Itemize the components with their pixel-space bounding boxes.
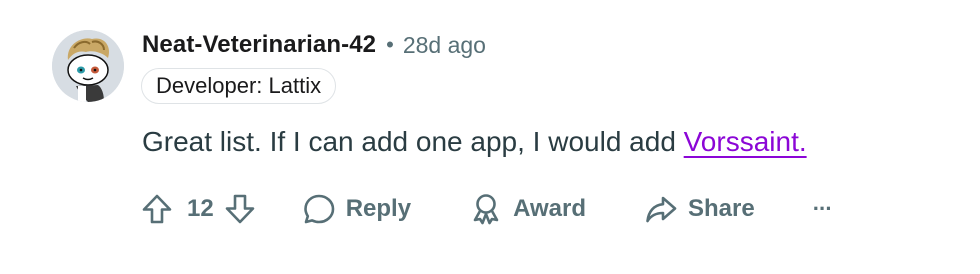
upvote-arrow-icon [142, 194, 172, 224]
comment-body: Great list. If I can add one app, I woul… [142, 122, 807, 162]
speech-bubble-icon [303, 194, 335, 224]
award-label: Award [513, 195, 586, 222]
share-button[interactable]: Share [644, 192, 755, 226]
award-ribbon-icon [473, 194, 499, 225]
vote-count: 12 [187, 195, 214, 222]
user-flair: Developer: Lattix [141, 68, 337, 104]
downvote-arrow-icon [225, 194, 255, 224]
separator-dot: • [386, 32, 394, 57]
downvote-button[interactable] [223, 192, 257, 226]
comment-body-text: Great list. If I can add one app, I woul… [142, 126, 684, 157]
reply-label: Reply [345, 195, 412, 222]
award-button[interactable]: Award [469, 192, 586, 226]
more-options-button[interactable]: ··· [812, 196, 833, 222]
timestamp[interactable]: 28d ago [403, 32, 486, 59]
comment: Neat-Veterinarian-42 • 28d ago Developer… [0, 0, 980, 274]
ellipsis-icon: ··· [812, 196, 833, 221]
avatar[interactable] [52, 30, 124, 102]
share-label: Share [687, 195, 755, 222]
username[interactable]: Neat-Veterinarian-42 [142, 31, 376, 59]
reply-button[interactable]: Reply [302, 192, 411, 226]
comment-actions: 12 Reply Award Share ··· [140, 188, 833, 230]
share-arrow-icon [646, 196, 677, 223]
snoo-avatar-image [52, 30, 124, 102]
upvote-button[interactable] [140, 192, 174, 226]
comment-link[interactable]: Vorssaint. [684, 126, 807, 157]
comment-header: Neat-Veterinarian-42 • 28d ago [142, 30, 486, 60]
